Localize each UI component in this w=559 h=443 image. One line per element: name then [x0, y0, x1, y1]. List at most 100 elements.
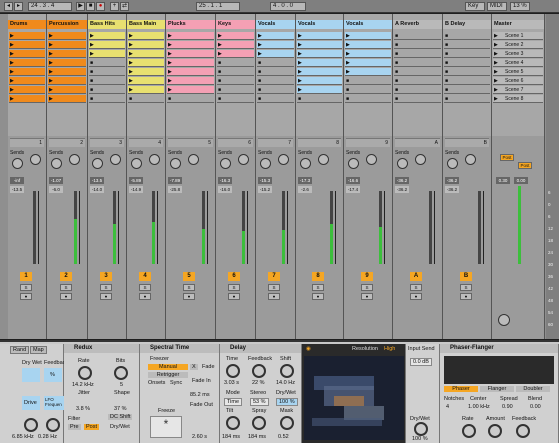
volume-value[interactable]: -36.2: [395, 177, 409, 184]
volume-value[interactable]: -17.3: [298, 177, 312, 184]
clip-slot[interactable]: ■: [257, 77, 294, 85]
flanger-mode-button[interactable]: Flanger: [480, 386, 514, 392]
dc-shift-button[interactable]: DC Shift: [108, 414, 133, 420]
clip-slot[interactable]: ▶: [297, 68, 342, 76]
blend-value[interactable]: 0.00: [530, 404, 541, 410]
map-button[interactable]: Map: [30, 346, 47, 354]
clip-play-icon[interactable]: ■: [218, 68, 221, 76]
track-activator[interactable]: 2: [60, 272, 72, 281]
octave-knob[interactable]: [24, 418, 38, 432]
spectrum-icon[interactable]: ◉: [306, 346, 311, 352]
clip-play-icon[interactable]: ■: [445, 50, 448, 58]
clip-slot[interactable]: ■: [394, 77, 441, 85]
clip-slot[interactable]: ■: [394, 50, 441, 58]
clip-play-icon[interactable]: ■: [395, 41, 398, 49]
pan-knob[interactable]: [51, 158, 62, 169]
clip-play-icon[interactable]: ■: [445, 32, 448, 40]
mask-knob[interactable]: [280, 416, 294, 430]
clip-play-icon[interactable]: ■: [258, 95, 261, 103]
clip-play-icon[interactable]: ▶: [49, 50, 53, 58]
volume-value[interactable]: -16.3: [218, 177, 232, 184]
send-a-knob[interactable]: [69, 154, 80, 165]
volume-fader[interactable]: [287, 191, 288, 264]
arrangement-button[interactable]: ▸: [14, 2, 23, 11]
clip-slot[interactable]: ▶: [345, 32, 391, 40]
clip-play-icon[interactable]: ▶: [49, 41, 53, 49]
clip-play-icon[interactable]: ▶: [168, 41, 172, 49]
io-section[interactable]: A: [395, 138, 440, 147]
clip-play-icon[interactable]: ■: [90, 59, 93, 67]
track-activator[interactable]: 9: [361, 272, 373, 281]
volume-fader[interactable]: [207, 191, 208, 264]
clip-play-icon[interactable]: ■: [218, 59, 221, 67]
sync-button[interactable]: Sync: [170, 380, 182, 386]
clip-play-icon[interactable]: ▶: [129, 68, 133, 76]
arm-button[interactable]: ●: [228, 293, 240, 300]
clip-slot[interactable]: ▶: [345, 50, 391, 58]
clip-slot[interactable]: ▶: [257, 50, 294, 58]
overdub-button[interactable]: +: [110, 2, 119, 11]
scene-play-icon[interactable]: ▶: [494, 32, 498, 40]
clip-play-icon[interactable]: ■: [90, 77, 93, 85]
clip-slot[interactable]: ▶: [48, 41, 86, 49]
clip-play-icon[interactable]: ▶: [298, 86, 302, 94]
clip-slot[interactable]: ▶: [128, 32, 164, 40]
clip-slot[interactable]: ■: [217, 59, 254, 67]
clip-play-icon[interactable]: ▶: [129, 50, 133, 58]
dry-wet-macro[interactable]: [22, 368, 40, 382]
clip-slot[interactable]: ■: [89, 77, 125, 85]
clip-play-icon[interactable]: ▶: [49, 68, 53, 76]
clip-play-icon[interactable]: ▶: [10, 68, 14, 76]
clip-play-icon[interactable]: ▶: [298, 77, 302, 85]
volume-fader[interactable]: [79, 191, 80, 264]
master-title[interactable]: Master: [492, 20, 544, 29]
clip-play-icon[interactable]: ▶: [168, 77, 172, 85]
clip-play-icon[interactable]: ■: [445, 77, 448, 85]
scene-launch[interactable]: ▶ Scene 2: [493, 41, 543, 49]
clip-slot[interactable]: ▶: [167, 59, 214, 67]
notches-value[interactable]: 4: [446, 404, 449, 410]
clip-slot[interactable]: ▶: [9, 50, 45, 58]
scene-launch[interactable]: ▶ Scene 3: [493, 50, 543, 58]
pan-knob[interactable]: [397, 158, 408, 169]
clip-play-icon[interactable]: ▶: [346, 59, 350, 67]
feedback-macro[interactable]: %: [44, 368, 62, 382]
track-activator[interactable]: 5: [183, 272, 195, 281]
solo-button[interactable]: S: [361, 284, 373, 291]
clip-play-icon[interactable]: ▶: [298, 59, 302, 67]
clip-slot[interactable]: ▶: [89, 32, 125, 40]
clip-play-icon[interactable]: ▶: [90, 50, 94, 58]
send-a-knob[interactable]: [366, 154, 377, 165]
arm-button[interactable]: ●: [139, 293, 151, 300]
clip-play-icon[interactable]: ▶: [298, 50, 302, 58]
clip-play-icon[interactable]: ▶: [49, 95, 53, 103]
clip-slot[interactable]: ▶: [345, 59, 391, 67]
arm-button[interactable]: ●: [60, 293, 72, 300]
rand-button[interactable]: Rand: [10, 346, 30, 354]
arm-button[interactable]: ●: [312, 293, 324, 300]
clip-play-icon[interactable]: ▶: [90, 32, 94, 40]
amount-knob[interactable]: [488, 424, 502, 438]
io-section[interactable]: 9: [346, 138, 390, 147]
delay-time-knob[interactable]: [226, 364, 240, 378]
drive-macro[interactable]: Drive: [22, 396, 40, 410]
track-activator[interactable]: A: [410, 272, 422, 281]
send-a-knob[interactable]: [238, 154, 249, 165]
clip-play-icon[interactable]: ■: [298, 95, 301, 103]
clip-slot[interactable]: ■: [444, 59, 490, 67]
tilt-knob[interactable]: [226, 416, 240, 430]
clip-slot[interactable]: ■: [257, 95, 294, 103]
redux-bits-knob[interactable]: [114, 366, 128, 380]
clip-slot[interactable]: ▶: [48, 86, 86, 94]
clip-slot[interactable]: ■: [257, 68, 294, 76]
clip-play-icon[interactable]: ▶: [129, 77, 133, 85]
volume-value[interactable]: -15.3: [258, 177, 272, 184]
solo-button[interactable]: S: [20, 284, 32, 291]
volume-value[interactable]: -16.6: [346, 177, 360, 184]
clip-play-icon[interactable]: ▶: [168, 50, 172, 58]
clip-slot[interactable]: ▶: [345, 68, 391, 76]
io-section[interactable]: 3: [90, 138, 124, 147]
volume-fader[interactable]: [384, 191, 385, 264]
clip-slot[interactable]: ▶: [48, 95, 86, 103]
clip-slot[interactable]: ▶: [9, 68, 45, 76]
